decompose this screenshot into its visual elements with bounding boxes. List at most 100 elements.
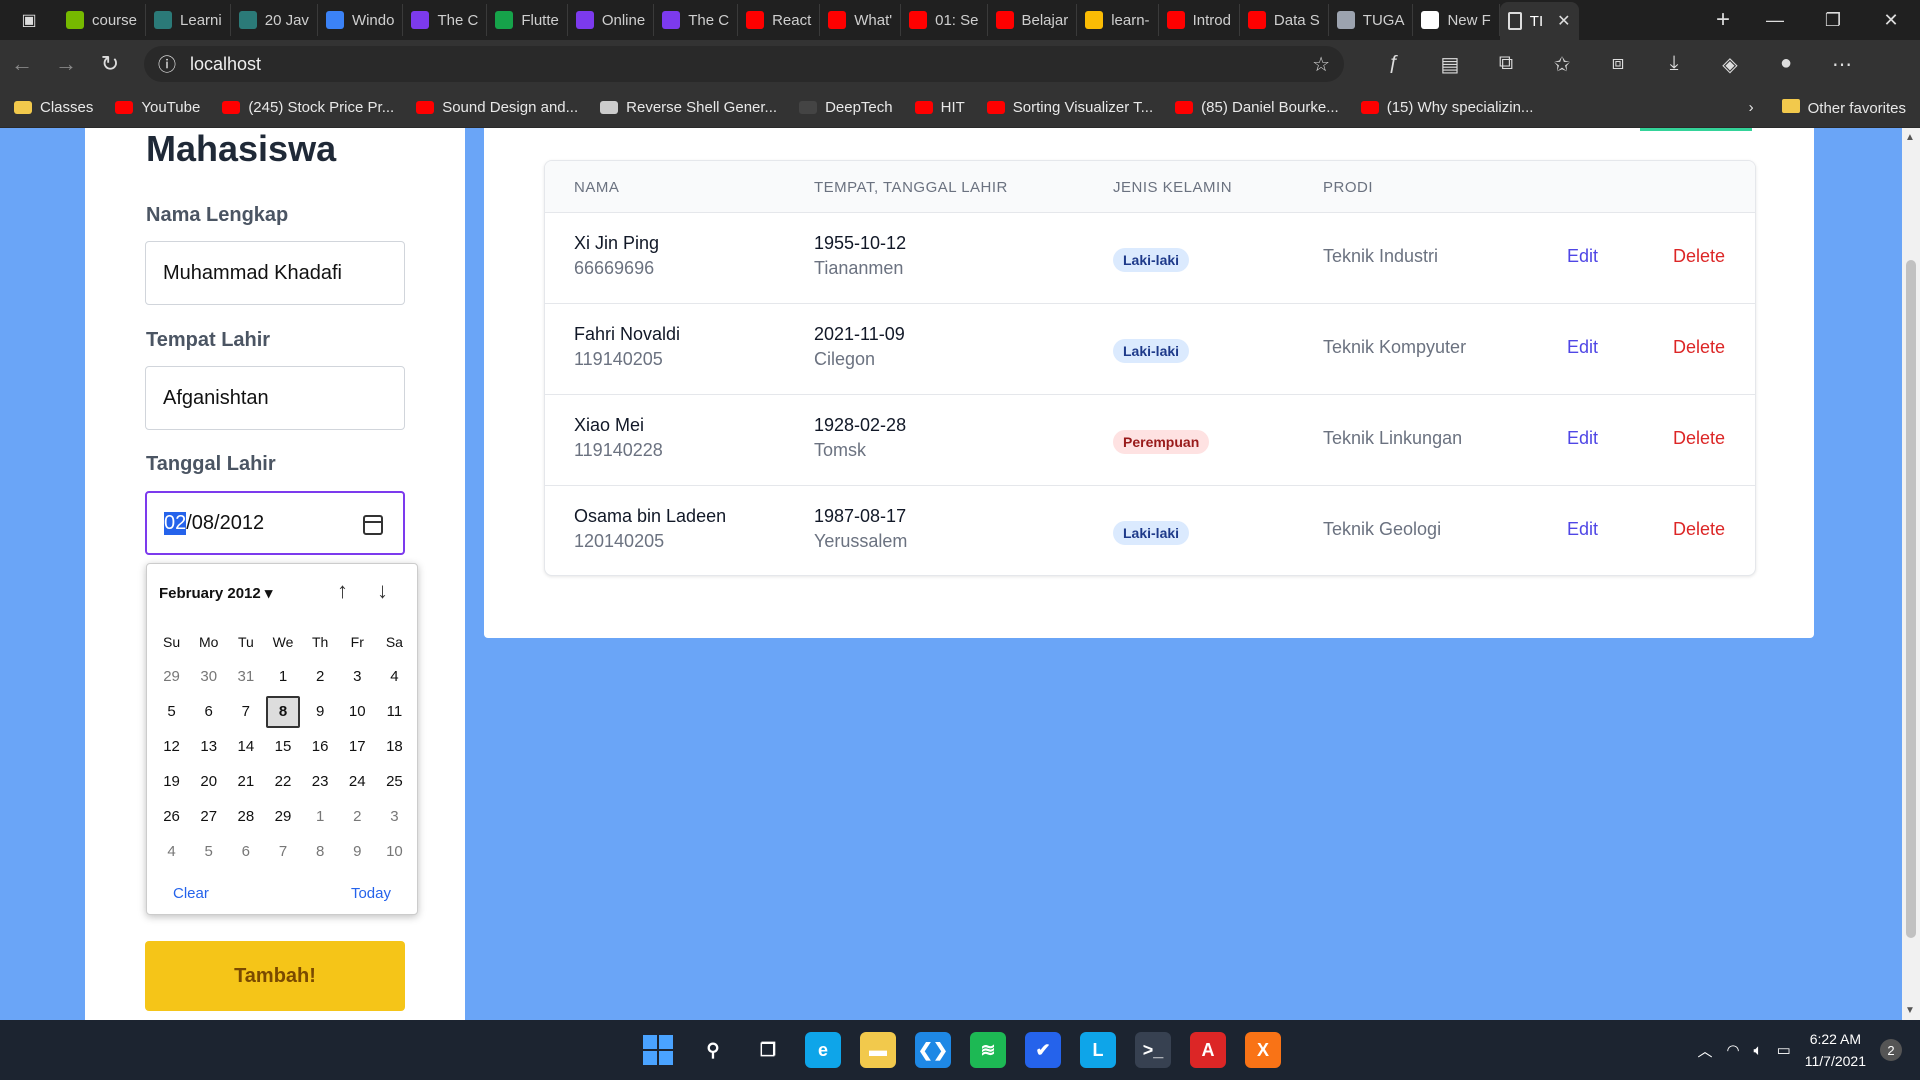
tray-overflow-icon[interactable]: ︿ bbox=[1697, 1040, 1712, 1061]
calendar-day[interactable]: 7 bbox=[227, 694, 264, 729]
next-month-icon[interactable]: ↓ bbox=[377, 578, 388, 604]
browser-tab[interactable]: Introd bbox=[1159, 4, 1240, 36]
birthdate-input[interactable]: 02/08/2012 bbox=[145, 491, 405, 555]
bookmarks-overflow-icon[interactable]: › bbox=[1749, 99, 1754, 116]
vscode-icon[interactable]: ❮❯ bbox=[915, 1032, 951, 1068]
scroll-up-icon[interactable]: ▲ bbox=[1905, 132, 1915, 143]
today-button[interactable]: Today bbox=[351, 885, 391, 902]
active-browser-tab[interactable]: TI ✕ bbox=[1499, 2, 1579, 40]
site-info-icon[interactable]: ⓘ bbox=[158, 51, 176, 77]
bookmark-item[interactable]: HIT bbox=[914, 99, 965, 116]
calendar-day[interactable]: 16 bbox=[302, 729, 339, 764]
calendar-day[interactable]: 14 bbox=[227, 729, 264, 764]
calendar-day[interactable]: 13 bbox=[190, 729, 227, 764]
browser-tab[interactable]: Windo bbox=[318, 4, 404, 36]
edit-link[interactable]: Edit bbox=[1567, 337, 1598, 358]
new-tab-button[interactable]: + bbox=[1700, 6, 1746, 34]
calendar-day[interactable]: 31 bbox=[227, 659, 264, 694]
add-favorite-icon[interactable]: ☆ bbox=[1312, 52, 1330, 77]
clock[interactable]: 6:22 AM 11/7/2021 bbox=[1805, 1028, 1866, 1072]
browser-tab[interactable]: The C bbox=[654, 4, 739, 36]
close-tab-icon[interactable]: ✕ bbox=[1557, 11, 1570, 31]
calendar-day[interactable]: 5 bbox=[190, 834, 227, 869]
calendar-day-today[interactable]: 8 bbox=[264, 694, 301, 729]
calendar-day[interactable]: 28 bbox=[227, 799, 264, 834]
calendar-day[interactable]: 3 bbox=[339, 659, 376, 694]
calendar-day[interactable]: 23 bbox=[302, 764, 339, 799]
calendar-day[interactable]: 11 bbox=[376, 694, 413, 729]
profile-avatar-icon[interactable]: ● bbox=[1762, 52, 1810, 77]
calendar-day[interactable]: 24 bbox=[339, 764, 376, 799]
bookmark-item[interactable]: Sound Design and... bbox=[416, 99, 578, 116]
browser-tab[interactable]: Data S bbox=[1240, 4, 1329, 36]
calendar-day[interactable]: 1 bbox=[264, 659, 301, 694]
calendar-day[interactable]: 29 bbox=[264, 799, 301, 834]
calendar-day[interactable]: 30 bbox=[190, 659, 227, 694]
calendar-day[interactable]: 4 bbox=[153, 834, 190, 869]
calendar-day[interactable]: 18 bbox=[376, 729, 413, 764]
browser-tab[interactable]: TUGA bbox=[1329, 4, 1414, 36]
bookmark-item[interactable]: (85) Daniel Bourke... bbox=[1175, 99, 1339, 116]
l-app-icon[interactable]: L bbox=[1080, 1032, 1116, 1068]
month-year-selector[interactable]: February 2012 ▾ bbox=[159, 584, 272, 602]
notes-extension-icon[interactable]: ▤ bbox=[1426, 52, 1474, 77]
downloads-icon[interactable]: ⤓ bbox=[1650, 52, 1698, 77]
calendar-day[interactable]: 2 bbox=[302, 659, 339, 694]
edge-icon[interactable]: e bbox=[805, 1032, 841, 1068]
browser-tab[interactable]: Learni bbox=[146, 4, 231, 36]
spotify-icon[interactable]: ≋ bbox=[970, 1032, 1006, 1068]
calendar-day[interactable]: 10 bbox=[339, 694, 376, 729]
edit-link[interactable]: Edit bbox=[1567, 246, 1598, 267]
bookmark-item[interactable]: (15) Why specializin... bbox=[1360, 99, 1533, 116]
clear-button[interactable]: Clear bbox=[173, 885, 209, 902]
collections-icon[interactable]: ⧈ bbox=[1594, 52, 1642, 77]
calendar-day[interactable]: 20 bbox=[190, 764, 227, 799]
birthplace-input[interactable]: Afganishtan bbox=[145, 366, 405, 430]
tambah-button[interactable]: Tambah! bbox=[145, 941, 405, 1011]
calendar-day[interactable]: 26 bbox=[153, 799, 190, 834]
calendar-day[interactable]: 9 bbox=[339, 834, 376, 869]
calendar-day[interactable]: 19 bbox=[153, 764, 190, 799]
browser-tab[interactable]: 20 Jav bbox=[231, 4, 318, 36]
wifi-icon[interactable]: ◠ bbox=[1726, 1041, 1739, 1059]
calendar-day[interactable]: 22 bbox=[264, 764, 301, 799]
task-view-icon[interactable]: ❐ bbox=[750, 1032, 786, 1068]
terminal-icon[interactable]: >_ bbox=[1135, 1032, 1171, 1068]
other-favorites-folder[interactable]: Other favorites bbox=[1781, 98, 1906, 117]
extensions-icon[interactable]: ⧉ bbox=[1482, 52, 1530, 77]
browser-tab[interactable]: 01: Se bbox=[901, 4, 988, 36]
delete-link[interactable]: Delete bbox=[1673, 337, 1725, 358]
volume-icon[interactable]: 🔈︎ bbox=[1754, 1042, 1763, 1059]
calendar-day[interactable]: 29 bbox=[153, 659, 190, 694]
performance-icon[interactable]: ◈ bbox=[1706, 52, 1754, 77]
browser-tab[interactable]: The C bbox=[403, 4, 488, 36]
calendar-day[interactable]: 1 bbox=[302, 799, 339, 834]
refresh-icon[interactable]: ↻ bbox=[88, 51, 132, 77]
scrollbar-thumb[interactable] bbox=[1906, 260, 1916, 938]
calendar-day[interactable]: 8 bbox=[302, 834, 339, 869]
calendar-day[interactable]: 21 bbox=[227, 764, 264, 799]
browser-tab[interactable]: Belajar bbox=[988, 4, 1078, 36]
url-field[interactable]: ⓘ localhost ☆ bbox=[144, 46, 1344, 82]
back-icon[interactable]: ← bbox=[0, 51, 44, 77]
acrobat-icon[interactable]: A bbox=[1190, 1032, 1226, 1068]
page-scrollbar[interactable]: ▲ ▼ bbox=[1902, 128, 1920, 1020]
bookmark-item[interactable]: Sorting Visualizer T... bbox=[986, 99, 1153, 116]
formula-extension-icon[interactable]: ƒ bbox=[1370, 52, 1418, 77]
calendar-day[interactable]: 27 bbox=[190, 799, 227, 834]
calendar-day[interactable]: 3 bbox=[376, 799, 413, 834]
bookmark-item[interactable]: (245) Stock Price Pr... bbox=[222, 99, 394, 116]
delete-link[interactable]: Delete bbox=[1673, 428, 1725, 449]
bookmark-item[interactable]: DeepTech bbox=[799, 99, 893, 116]
calendar-day[interactable]: 10 bbox=[376, 834, 413, 869]
browser-tab[interactable]: New F bbox=[1413, 4, 1500, 36]
battery-icon[interactable]: ▭ bbox=[1777, 1041, 1791, 1059]
browser-tab[interactable]: course bbox=[58, 4, 147, 36]
browser-tab[interactable]: Online bbox=[568, 4, 655, 36]
calendar-day[interactable]: 4 bbox=[376, 659, 413, 694]
calendar-day[interactable]: 6 bbox=[227, 834, 264, 869]
more-menu-icon[interactable]: ⋯ bbox=[1818, 52, 1866, 77]
close-window-icon[interactable]: ✕ bbox=[1862, 10, 1920, 31]
calendar-icon[interactable] bbox=[363, 515, 383, 535]
forward-icon[interactable]: → bbox=[44, 51, 88, 77]
